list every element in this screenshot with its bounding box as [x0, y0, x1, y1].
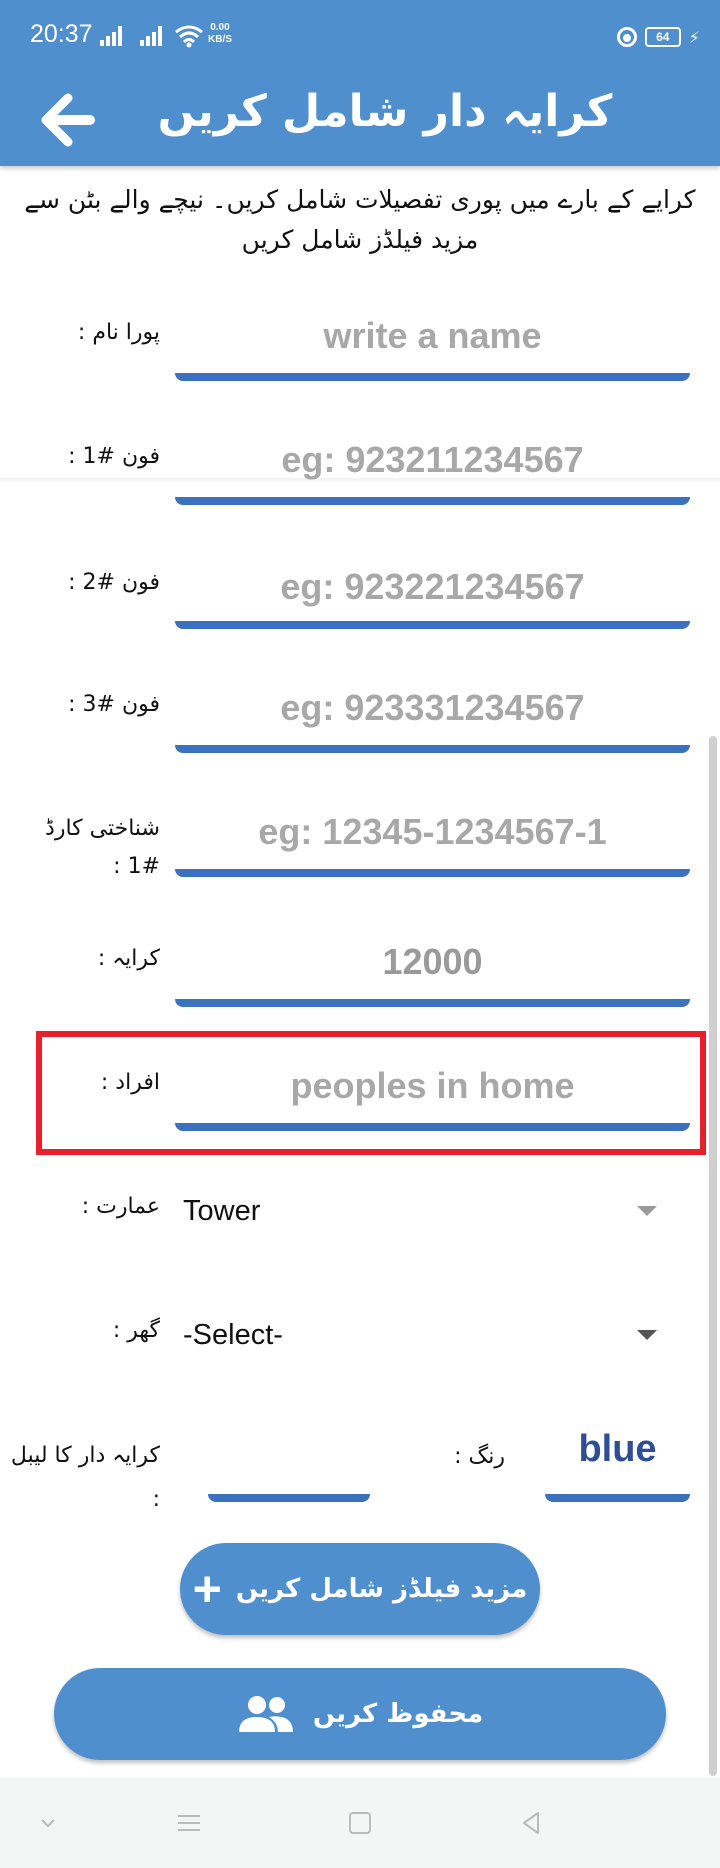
people-label: افراد : — [100, 1070, 160, 1095]
cnic1-label: شناختی کارڈ #1 : — [45, 816, 160, 879]
people-underline — [175, 1123, 690, 1131]
status-bar: 20:37 0.00 KB/S 64 ⚡ — [0, 0, 720, 72]
sync-status-icon — [616, 27, 637, 47]
menu-icon[interactable] — [174, 1808, 204, 1838]
phone2-label: فون #2 : — [68, 570, 160, 595]
rent-underline — [175, 999, 690, 1007]
charging-icon: ⚡ — [688, 27, 700, 47]
chevron-down-icon[interactable] — [33, 1808, 63, 1838]
save-button[interactable]: محفوظ کریں — [54, 1668, 666, 1760]
phone3-input[interactable] — [175, 678, 690, 738]
cnic1-input[interactable] — [175, 802, 690, 862]
chevron-down-icon — [637, 1206, 657, 1216]
building-select[interactable]: Tower — [183, 1186, 663, 1236]
intro-text: کرایے کے بارے میں پوری تفصیلات شامل کریں… — [24, 185, 696, 254]
people-icon — [238, 1696, 293, 1732]
rent-input[interactable] — [175, 932, 690, 992]
scrollbar[interactable] — [709, 736, 717, 1776]
app-bar: کرایہ دار شامل کریں — [0, 72, 720, 166]
net-speed-unit: KB/S — [208, 34, 232, 45]
tenant-label-underline — [208, 1494, 370, 1502]
tenant-label-input[interactable] — [208, 1430, 370, 1490]
phone1-underline — [175, 497, 690, 505]
signal-1-icon — [100, 26, 126, 46]
net-speed: 0.00 KB/S — [208, 22, 232, 46]
building-label: عمارت : — [81, 1194, 160, 1219]
people-input[interactable] — [175, 1056, 690, 1116]
phone2-underline — [175, 621, 690, 629]
add-fields-label: مزید فیلڈز شامل کریں — [235, 1574, 528, 1604]
rent-label: کرایہ : — [97, 946, 160, 971]
house-label: گھر : — [112, 1318, 160, 1343]
phone1-label: فون #1 : — [68, 444, 160, 469]
status-time: 20:37 — [30, 20, 93, 48]
back-button[interactable] — [38, 90, 98, 150]
color-underline — [545, 1494, 690, 1502]
arrow-left-icon — [41, 93, 95, 147]
phone1-input[interactable] — [175, 430, 690, 490]
battery-icon: 64 — [644, 27, 681, 47]
back-triangle-icon[interactable] — [516, 1808, 546, 1838]
full-name-label: پورا نام : — [77, 320, 160, 345]
chevron-down-icon — [637, 1330, 657, 1340]
signal-2-icon — [140, 26, 166, 46]
add-fields-button[interactable]: مزید فیلڈز شامل کریں + — [180, 1543, 540, 1635]
color-label: رنگ : — [454, 1444, 505, 1469]
house-selected-value: -Select- — [183, 1319, 283, 1351]
house-select[interactable]: -Select- — [183, 1310, 663, 1360]
save-label: محفوظ کریں — [312, 1699, 484, 1729]
system-nav-bar — [0, 1778, 720, 1868]
phone2-input[interactable] — [175, 557, 690, 617]
color-value[interactable]: blue — [545, 1428, 690, 1471]
tenant-label-label: کرایہ دار کا لیبل : — [10, 1443, 160, 1512]
cnic1-underline — [175, 869, 690, 877]
building-selected-value: Tower — [183, 1195, 261, 1227]
phone3-underline — [175, 745, 690, 753]
home-square-icon[interactable] — [345, 1808, 375, 1838]
net-speed-value: 0.00 — [210, 22, 230, 33]
full-name-underline — [175, 373, 690, 381]
wifi-icon — [175, 25, 203, 48]
plus-icon: + — [192, 1561, 222, 1617]
page-title: کرایہ دار شامل کریں — [157, 86, 613, 137]
phone3-label: فون #3 : — [68, 692, 160, 717]
full-name-input[interactable] — [175, 306, 690, 366]
